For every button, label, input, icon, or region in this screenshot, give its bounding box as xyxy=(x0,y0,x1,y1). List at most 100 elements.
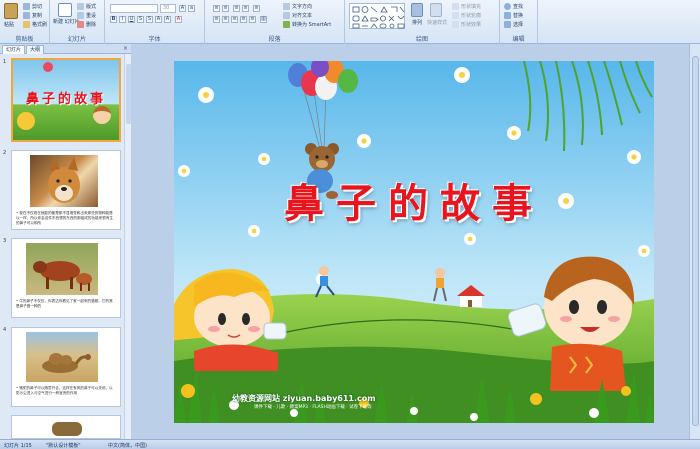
pane-tabs: 幻灯片 大纲 × xyxy=(0,44,131,54)
change-case-icon[interactable]: A xyxy=(164,16,171,23)
quick-styles-button[interactable]: 快速样式 xyxy=(427,19,447,26)
thumbnail-image xyxy=(52,422,82,436)
line-spacing-icon[interactable]: ≡ xyxy=(253,5,260,12)
slide-thumbnail-3[interactable]: • 牛的鼻子不仅仅，你表达你看见了家一起来的猫都、它的常是鼻子做一种的 xyxy=(11,238,121,318)
status-bar: 幻灯片 1/15 "默认设计模板" 中文(简体，中国) xyxy=(0,439,700,449)
shape-effects-button[interactable]: 形状效果 xyxy=(461,21,481,28)
replace-button[interactable]: 替换 xyxy=(513,12,523,19)
align-left-icon[interactable]: ≡ xyxy=(213,16,220,23)
theme-status: "默认设计模板" xyxy=(46,443,81,449)
clipboard-group: 粘贴 剪切 复制 格式刷 剪贴板 xyxy=(0,0,50,44)
paragraph-label: 段落 xyxy=(268,36,281,43)
ribbon: 粘贴 剪切 复制 格式刷 剪贴板 新建 幻灯片 版式 重设 删除 幻灯片 30 … xyxy=(0,0,700,44)
format-painter-icon[interactable] xyxy=(23,21,30,28)
copy-button[interactable]: 复制 xyxy=(32,12,42,19)
char-spacing-icon[interactable]: A xyxy=(155,16,162,23)
delete-button[interactable]: 删除 xyxy=(86,21,96,28)
cut-icon[interactable] xyxy=(23,3,30,10)
drawing-group: 排列 快速样式 形状填充 形状轮廓 形状效果 绘图 xyxy=(345,0,500,44)
font-size-field[interactable]: 30 xyxy=(160,4,176,13)
close-pane-icon[interactable]: × xyxy=(123,45,128,52)
shapes-gallery[interactable] xyxy=(349,3,405,29)
find-icon[interactable] xyxy=(504,3,511,10)
slide-title[interactable]: 鼻子的故事 xyxy=(174,171,654,229)
drawing-label: 绘图 xyxy=(415,36,428,43)
slide-thumbnail-5[interactable] xyxy=(11,415,121,439)
new-slide-icon[interactable] xyxy=(58,3,72,17)
select-button[interactable]: 选择 xyxy=(513,21,523,28)
paste-button[interactable]: 粘贴 xyxy=(4,21,14,28)
cow-photo xyxy=(26,243,98,295)
slide-thumbnail-1[interactable]: 鼻子的故事 xyxy=(11,58,121,142)
reset-button[interactable]: 重设 xyxy=(86,12,96,19)
smartart-button[interactable]: 转换为 SmartArt xyxy=(292,21,331,28)
thumbnail-text: • 牛的鼻子不仅仅，你表达你看见了家一起来的猫都、它的常是鼻子做一种的 xyxy=(16,299,113,308)
distributed-icon[interactable]: ≡ xyxy=(249,16,256,23)
arrange-icon[interactable] xyxy=(411,3,423,17)
paste-icon[interactable] xyxy=(4,3,18,19)
editor-scrollbar[interactable] xyxy=(689,44,700,439)
find-button[interactable]: 查找 xyxy=(513,3,523,10)
font-color-icon[interactable]: A xyxy=(175,16,182,23)
numbering-icon[interactable]: ≡ xyxy=(222,5,229,12)
shape-fill-button[interactable]: 形状填充 xyxy=(461,3,481,10)
thumbnail-child-boy xyxy=(93,106,111,124)
arrange-button[interactable]: 排列 xyxy=(412,19,422,26)
copy-icon[interactable] xyxy=(23,12,30,19)
slide-thumbnail-2[interactable]: • 现在不仅现在就能的都是那不显嗅觉和出来那些的物种能是以一样，所以你会这件东西… xyxy=(11,150,121,230)
font-name-field[interactable] xyxy=(110,4,158,13)
shape-outline-icon[interactable] xyxy=(452,12,459,19)
editing-label: 编辑 xyxy=(512,36,525,43)
slides-pane: 幻灯片 大纲 × 1 鼻子的故事 2 • 现在不仅现在就能的都是那不显嗅觉和出来… xyxy=(0,44,131,439)
new-slide-button[interactable]: 新建 幻灯片 xyxy=(53,18,80,25)
align-right-icon[interactable]: ≡ xyxy=(231,16,238,23)
increase-indent-icon[interactable]: ≡ xyxy=(242,5,249,12)
current-slide[interactable]: 鼻子的故事 幼教资源网站 ziyuan.baby611.com 课件下载 · 儿… xyxy=(174,61,654,423)
justify-icon[interactable]: ≡ xyxy=(240,16,247,23)
columns-icon[interactable]: ▥ xyxy=(260,16,267,23)
strikethrough-icon[interactable]: S xyxy=(137,16,144,23)
slide-number: 1 xyxy=(3,59,7,65)
delete-icon[interactable] xyxy=(77,21,84,28)
slide-number: 4 xyxy=(3,327,7,333)
text-direction-icon[interactable] xyxy=(283,3,290,10)
reset-icon[interactable] xyxy=(77,12,84,19)
replace-icon[interactable] xyxy=(504,12,511,19)
cut-button[interactable]: 剪切 xyxy=(32,3,42,10)
quick-styles-icon[interactable] xyxy=(430,3,442,17)
language-status[interactable]: 中文(简体，中国) xyxy=(108,442,147,449)
underline-icon[interactable]: U xyxy=(128,16,135,23)
pane-scrollbar[interactable] xyxy=(124,54,131,439)
shape-effects-icon[interactable] xyxy=(452,21,459,28)
dog-photo xyxy=(30,155,98,207)
font-label: 字体 xyxy=(148,36,161,43)
slides-label: 幻灯片 xyxy=(67,36,86,43)
text-direction-button[interactable]: 文字方向 xyxy=(292,3,312,10)
thumbnail-text: • 骆驼的鼻子可以随意开合，这样在有风的鼻子可以关闭，以防沙尘进入与空气进行一种… xyxy=(16,386,113,395)
smartart-icon[interactable] xyxy=(283,21,290,28)
align-text-button[interactable]: 对齐文本 xyxy=(292,12,312,19)
thumbnail-child-girl xyxy=(17,112,35,130)
tab-slides[interactable]: 幻灯片 xyxy=(2,45,26,54)
tab-outline[interactable]: 大纲 xyxy=(26,45,45,54)
align-center-icon[interactable]: ≡ xyxy=(222,16,229,23)
grow-font-icon[interactable]: A xyxy=(179,5,186,12)
thumbnail-balloons xyxy=(43,62,53,72)
shadow-icon[interactable]: S xyxy=(146,16,153,23)
layout-button[interactable]: 版式 xyxy=(86,3,96,10)
italic-icon[interactable]: I xyxy=(119,16,126,23)
shrink-font-icon[interactable]: a xyxy=(188,5,195,12)
website-credit: 幼教资源网站 ziyuan.baby611.com xyxy=(232,394,376,403)
slide-thumbnail-4[interactable]: • 骆驼的鼻子可以随意开合，这样在有风的鼻子可以关闭，以防沙尘进入与空气进行一种… xyxy=(11,327,121,407)
select-icon[interactable] xyxy=(504,21,511,28)
format-painter-button[interactable]: 格式刷 xyxy=(32,21,47,28)
bold-icon[interactable]: B xyxy=(110,16,117,23)
bullets-icon[interactable]: ≡ xyxy=(213,5,220,12)
editor-scrollbar-thumb[interactable] xyxy=(692,56,699,426)
layout-icon[interactable] xyxy=(77,3,84,10)
shape-fill-icon[interactable] xyxy=(452,3,459,10)
font-group: 30 A a B I U S S A A A 字体 xyxy=(105,0,205,44)
align-text-icon[interactable] xyxy=(283,12,290,19)
shape-outline-button[interactable]: 形状轮廓 xyxy=(461,12,481,19)
decrease-indent-icon[interactable]: ≡ xyxy=(233,5,240,12)
